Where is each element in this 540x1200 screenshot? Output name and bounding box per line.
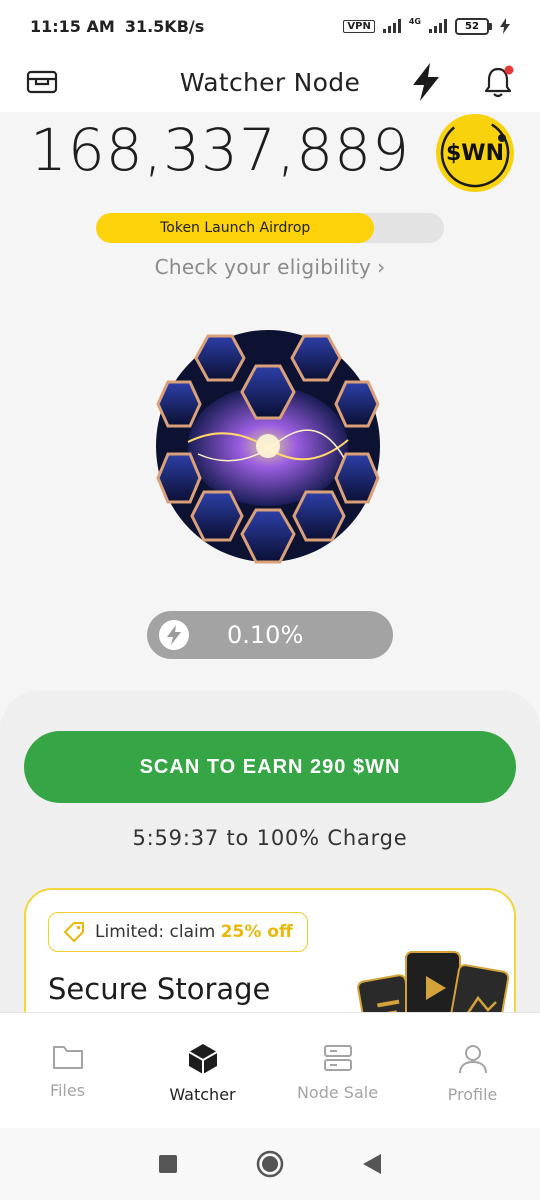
wn-token-icon: $WN bbox=[436, 114, 514, 192]
nav-label-watcher: Watcher bbox=[169, 1085, 236, 1104]
vpn-badge: VPN bbox=[343, 19, 375, 33]
status-left: 11:15 AM 31.5KB/s bbox=[30, 17, 204, 36]
promo-discount: 25% off bbox=[220, 922, 293, 942]
folder-icon bbox=[52, 1046, 83, 1069]
balance-amount: 168,337,889 bbox=[30, 116, 410, 184]
nav-item-node-sale[interactable]: Node Sale bbox=[270, 1013, 405, 1128]
tag-icon bbox=[64, 922, 84, 942]
network-type: 4G bbox=[408, 16, 421, 26]
lightning-circle-icon bbox=[159, 620, 189, 650]
charge-percent: 0.10% bbox=[227, 621, 304, 649]
nav-label-files: Files bbox=[49, 1081, 86, 1100]
chevron-right-icon: › bbox=[377, 255, 386, 279]
promo-title: Secure Storage bbox=[48, 972, 271, 1006]
charge-percent-pill: 0.10% bbox=[147, 611, 393, 659]
triangle-back-icon bbox=[363, 1154, 381, 1174]
server-icon bbox=[323, 1045, 352, 1071]
eligibility-link[interactable]: Check your eligibility › bbox=[0, 255, 540, 279]
airdrop-progress-bar[interactable]: Token Launch Airdrop bbox=[96, 213, 444, 243]
cube-icon bbox=[188, 1044, 217, 1074]
nav-item-watcher[interactable]: Watcher bbox=[135, 1013, 270, 1128]
home-button[interactable] bbox=[255, 1149, 285, 1179]
recents-button[interactable] bbox=[153, 1149, 183, 1179]
scan-to-earn-button[interactable]: SCAN TO EARN 290 $WN bbox=[24, 731, 516, 803]
app-header: Watcher Node bbox=[0, 52, 540, 112]
charge-timer: 5:59:37 to 100% Charge bbox=[132, 826, 408, 850]
nav-label-node-sale: Node Sale bbox=[296, 1083, 379, 1102]
system-nav-bar bbox=[0, 1128, 540, 1200]
balance-row: 168,337,889 $WN bbox=[0, 112, 540, 202]
signal-icon-2 bbox=[429, 19, 447, 33]
square-icon bbox=[159, 1155, 177, 1173]
promo-tag-prefix: Limited: claim bbox=[95, 922, 216, 942]
circle-icon bbox=[256, 1150, 284, 1178]
status-time: 11:15 AM bbox=[30, 16, 115, 36]
wallet-icon[interactable] bbox=[22, 62, 62, 102]
nav-item-profile[interactable]: Profile bbox=[405, 1013, 540, 1128]
bell-icon[interactable] bbox=[478, 62, 518, 102]
signal-icon bbox=[382, 19, 401, 33]
eligibility-text: Check your eligibility bbox=[154, 255, 372, 279]
airdrop-fill: Token Launch Airdrop bbox=[96, 213, 375, 243]
token-badge-text: $WN bbox=[446, 140, 504, 166]
nav-label-profile: Profile bbox=[447, 1085, 498, 1104]
watcher-node-image[interactable] bbox=[148, 322, 388, 570]
nav-item-files[interactable]: Files bbox=[0, 1013, 135, 1128]
battery-icon: 52 bbox=[455, 17, 492, 35]
lightning-icon[interactable] bbox=[406, 62, 446, 102]
page-title: Watcher Node bbox=[179, 67, 361, 97]
bottom-nav: Files Watcher Node Sale Profile bbox=[0, 1012, 540, 1128]
airdrop-label: Token Launch Airdrop bbox=[160, 220, 311, 236]
status-right: VPN 4G 52 bbox=[343, 16, 510, 35]
charging-icon bbox=[500, 18, 510, 34]
status-bar: 11:15 AM 31.5KB/s VPN 4G 52 bbox=[0, 0, 540, 52]
back-button[interactable] bbox=[357, 1149, 387, 1179]
status-speed: 31.5KB/s bbox=[124, 16, 205, 36]
user-icon bbox=[458, 1045, 487, 1074]
battery-level: 52 bbox=[465, 20, 479, 32]
promo-tag: Limited: claim 25% off bbox=[48, 912, 308, 952]
